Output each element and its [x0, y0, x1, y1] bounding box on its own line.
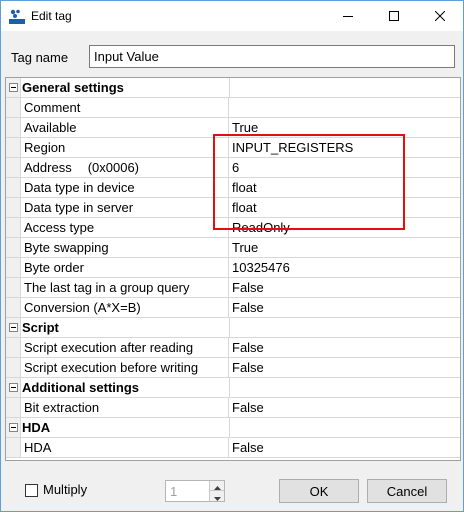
dialog-footer: Multiply 1 OK Cancel: [1, 471, 463, 511]
property-name: Data type in device: [22, 178, 229, 197]
property-row-conversion[interactable]: Conversion (A*X=B) False: [6, 298, 460, 318]
property-row-comment[interactable]: Comment: [6, 98, 460, 118]
tag-name-row: Tag name: [1, 41, 463, 71]
property-row-bit-extraction[interactable]: Bit extraction False: [6, 398, 460, 418]
close-icon: [434, 9, 446, 24]
property-name: Address (0x0006): [22, 158, 229, 177]
app-logo-icon: [9, 8, 25, 24]
property-row-script-after-reading[interactable]: Script execution after reading False: [6, 338, 460, 358]
property-value[interactable]: False: [232, 438, 264, 457]
property-name: Region: [22, 138, 229, 157]
collapse-icon[interactable]: [9, 323, 18, 332]
property-value[interactable]: INPUT_REGISTERS: [232, 138, 353, 157]
property-name: The last tag in a group query: [22, 278, 229, 297]
property-value[interactable]: False: [232, 338, 264, 357]
property-name: Script execution after reading: [22, 338, 229, 357]
property-name: Conversion (A*X=B): [22, 298, 229, 317]
address-hex: (0x0006): [87, 160, 140, 175]
property-row-script-before-writing[interactable]: Script execution before writing False: [6, 358, 460, 378]
property-value[interactable]: False: [232, 278, 264, 297]
property-value[interactable]: float: [232, 198, 257, 217]
property-value[interactable]: False: [232, 358, 264, 377]
property-value[interactable]: ReadOnly: [232, 218, 290, 237]
property-name: Data type in server: [22, 198, 229, 217]
group-script[interactable]: Script: [6, 318, 460, 338]
property-row-access-type[interactable]: Access type ReadOnly: [6, 218, 460, 238]
maximize-icon: [389, 9, 399, 24]
collapse-icon[interactable]: [9, 83, 18, 92]
edit-tag-dialog: Edit tag Tag name General settings: [0, 0, 464, 512]
minimize-icon: [343, 9, 353, 24]
group-hda[interactable]: HDA: [6, 418, 460, 438]
maximize-button[interactable]: [371, 1, 417, 31]
group-label: General settings: [22, 80, 124, 95]
title-bar: Edit tag: [1, 1, 463, 31]
property-name: HDA: [22, 438, 229, 457]
property-grid: General settings Comment Available True …: [5, 77, 461, 461]
property-name: Script execution before writing: [22, 358, 229, 377]
property-row-byte-swapping[interactable]: Byte swapping True: [6, 238, 460, 258]
property-value[interactable]: True: [232, 118, 258, 137]
group-label: Additional settings: [22, 380, 139, 395]
group-general-settings[interactable]: General settings: [6, 78, 460, 98]
property-row-hda[interactable]: HDA False: [6, 438, 460, 458]
arrow-down-icon: [213, 489, 221, 504]
property-name: Bit extraction: [22, 398, 229, 417]
property-name: Byte order: [22, 258, 229, 277]
multiply-label[interactable]: Multiply: [43, 482, 87, 497]
minimize-button[interactable]: [325, 1, 371, 31]
property-value[interactable]: False: [232, 398, 264, 417]
property-row-last-tag[interactable]: The last tag in a group query False: [6, 278, 460, 298]
multiply-spinbox[interactable]: 1: [165, 480, 225, 502]
spinbox-value[interactable]: 1: [170, 484, 177, 499]
tag-name-input[interactable]: [89, 45, 455, 68]
window-title: Edit tag: [31, 9, 72, 23]
collapse-icon[interactable]: [9, 383, 18, 392]
cancel-button[interactable]: Cancel: [367, 479, 447, 503]
property-row-region[interactable]: Region INPUT_REGISTERS: [6, 138, 460, 158]
multiply-checkbox[interactable]: [25, 484, 38, 497]
property-row-data-type-device[interactable]: Data type in device float: [6, 178, 460, 198]
property-value[interactable]: False: [232, 298, 264, 317]
group-additional-settings[interactable]: Additional settings: [6, 378, 460, 398]
property-row-available[interactable]: Available True: [6, 118, 460, 138]
property-row-address[interactable]: Address (0x0006) 6: [6, 158, 460, 178]
property-row-byte-order[interactable]: Byte order 10325476: [6, 258, 460, 278]
property-name: Available: [22, 118, 229, 137]
property-name: Comment: [22, 98, 229, 117]
property-name: Access type: [22, 218, 229, 237]
address-label: Address: [24, 160, 72, 175]
ok-button[interactable]: OK: [279, 479, 359, 503]
property-row-data-type-server[interactable]: Data type in server float: [6, 198, 460, 218]
group-label: Script: [22, 320, 59, 335]
spin-down-button[interactable]: [210, 491, 224, 501]
property-name: Byte swapping: [22, 238, 229, 257]
property-value[interactable]: 6: [232, 158, 239, 177]
close-button[interactable]: [417, 1, 463, 31]
group-label: HDA: [22, 420, 51, 435]
property-value[interactable]: float: [232, 178, 257, 197]
tag-name-label: Tag name: [11, 50, 69, 65]
property-value[interactable]: True: [232, 238, 258, 257]
collapse-icon[interactable]: [9, 423, 18, 432]
property-value[interactable]: 10325476: [232, 258, 290, 277]
